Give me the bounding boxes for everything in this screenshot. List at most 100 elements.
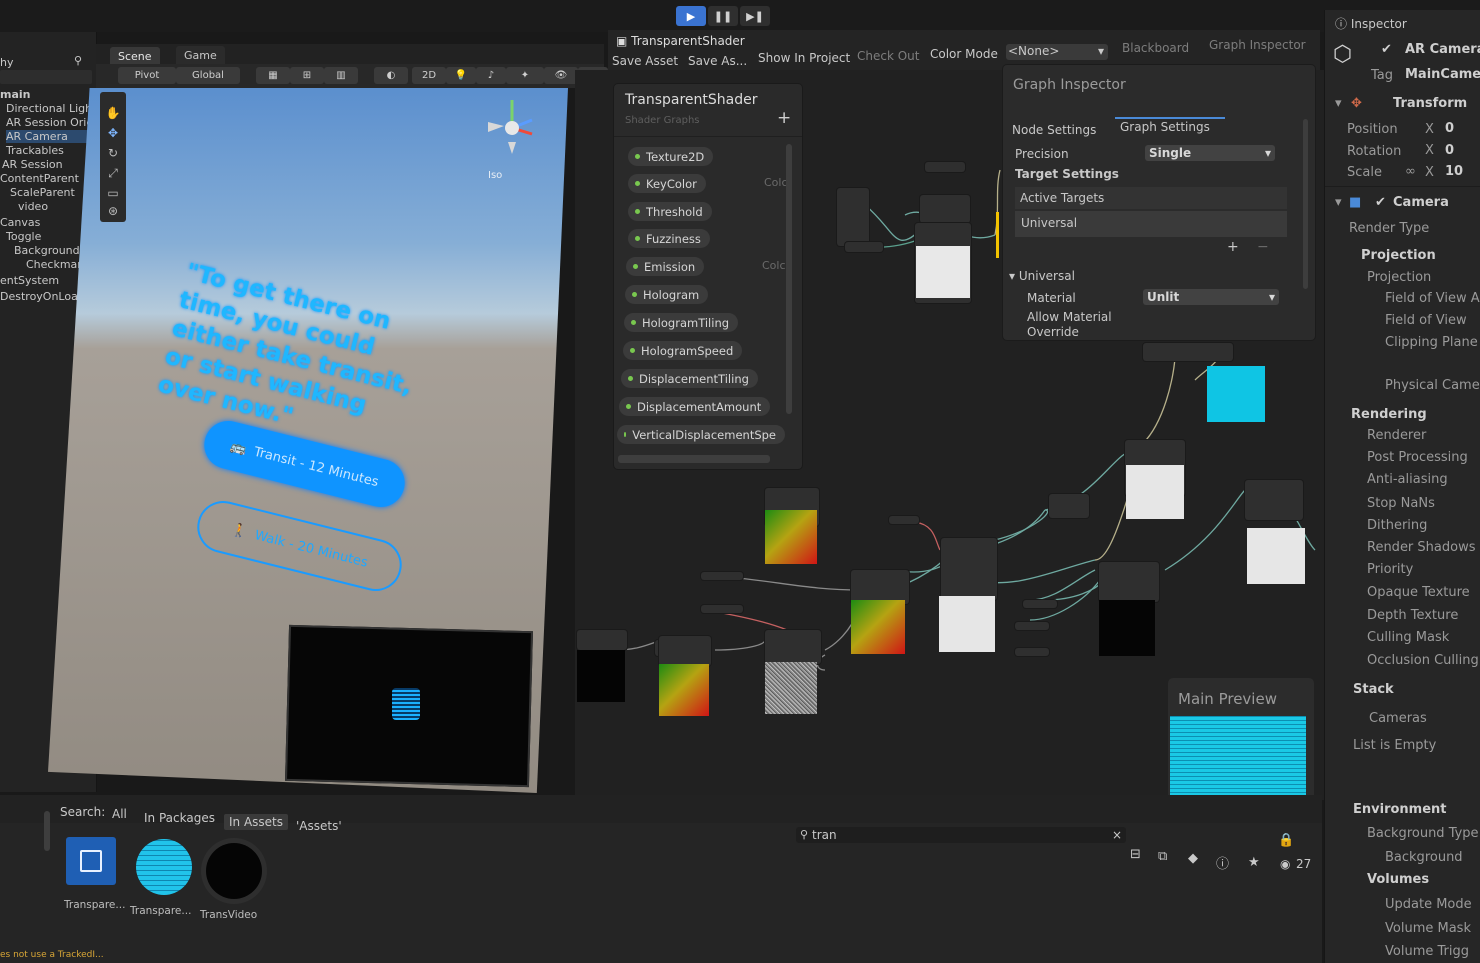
hierarchy-item[interactable]: entSystem: [0, 274, 59, 287]
shader-node[interactable]: [577, 630, 627, 650]
material-dropdown[interactable]: Unlit ▾: [1143, 289, 1279, 305]
property-hologram-speed[interactable]: HologramSpeed: [623, 341, 743, 360]
tag-dropdown[interactable]: MainCamera: [1405, 67, 1480, 82]
property-hologram-tiling[interactable]: HologramTiling: [624, 313, 739, 332]
property-emission[interactable]: Emission: [626, 257, 705, 276]
property-displacement-amount[interactable]: DisplacementAmount: [619, 397, 771, 416]
inspector-row[interactable]: Clipping Plane: [1385, 335, 1478, 350]
filter-assets-folder-button[interactable]: 'Assets': [296, 819, 342, 833]
inspector-row[interactable]: Opaque Texture: [1367, 585, 1470, 600]
add-target-button[interactable]: +: [1227, 239, 1239, 255]
hierarchy-search-input[interactable]: [0, 70, 92, 84]
graph-inspector-toggle[interactable]: Graph Inspector: [1209, 38, 1306, 52]
add-property-button[interactable]: +: [777, 108, 791, 128]
shader-node[interactable]: [701, 605, 743, 613]
shader-node[interactable]: [920, 195, 970, 223]
inspector-row[interactable]: Depth Texture: [1367, 608, 1458, 623]
property-texture2d[interactable]: Texture2D: [628, 147, 714, 166]
info-icon[interactable]: ⓘ: [1216, 853, 1229, 872]
snap-increment-icon[interactable]: ⊞: [290, 67, 324, 84]
hierarchy-item[interactable]: main: [0, 88, 31, 101]
inspector-row[interactable]: Stop NaNs: [1367, 496, 1435, 511]
inspector-row[interactable]: Background: [1385, 850, 1463, 865]
lock-icon[interactable]: 🔒: [1278, 833, 1294, 848]
active-target-item[interactable]: Universal: [1021, 216, 1077, 230]
mode-2d-button[interactable]: 2D: [412, 67, 446, 84]
inspector-row[interactable]: Anti-aliasing: [1367, 472, 1448, 487]
play-button[interactable]: ▶: [676, 6, 706, 26]
scale-tool-icon[interactable]: ⤢: [105, 166, 121, 180]
save-as-button[interactable]: Save As...: [688, 54, 747, 68]
property-keycolor[interactable]: KeyColor: [628, 174, 706, 193]
graph-inspector-scrollbar[interactable]: [1303, 119, 1308, 289]
grid-visibility-icon[interactable]: ▥: [324, 67, 358, 84]
hierarchy-item[interactable]: Canvas: [0, 216, 40, 229]
video-material-asset-icon[interactable]: [206, 843, 262, 899]
gizmo-iso-label[interactable]: Iso: [488, 170, 502, 181]
color-mode-dropdown[interactable]: <None> ▾: [1006, 44, 1108, 60]
filter-by-label-icon[interactable]: ⧉: [1158, 849, 1167, 864]
rotate-tool-icon[interactable]: ↻: [105, 146, 121, 160]
effects-icon[interactable]: ✦: [506, 67, 544, 84]
shader-node[interactable]: [765, 630, 821, 664]
inspector-row[interactable]: Render Type: [1349, 221, 1429, 236]
check-out-button[interactable]: Check Out: [857, 49, 919, 63]
shader-node[interactable]: [851, 570, 909, 604]
hierarchy-item[interactable]: Directional Light: [6, 102, 96, 115]
transform-toggle[interactable]: ▾: [1335, 96, 1342, 111]
scale-x-field[interactable]: 10: [1445, 164, 1463, 179]
project-scrollbar[interactable]: [44, 811, 50, 851]
hierarchy-item-selected[interactable]: AR Camera: [6, 130, 94, 143]
pivot-toggle[interactable]: Pivot: [118, 67, 176, 84]
link-icon[interactable]: ∞: [1405, 164, 1416, 179]
property-vertical-displacement-speed[interactable]: VerticalDisplacementSpe: [617, 425, 785, 444]
star-icon[interactable]: ★: [1248, 855, 1260, 870]
lighting-icon[interactable]: 💡: [446, 67, 476, 84]
project-search-input[interactable]: ⚲ tran ×: [796, 827, 1126, 843]
shader-node[interactable]: [1049, 494, 1089, 518]
inspector-row[interactable]: Cameras: [1369, 711, 1427, 726]
inspector-row[interactable]: Post Processing: [1367, 450, 1468, 465]
object-name-field[interactable]: AR Camera: [1405, 42, 1480, 57]
eye-icon[interactable]: ◉: [1280, 857, 1290, 871]
camera-toggle[interactable]: ▾: [1335, 195, 1342, 210]
shader-node[interactable]: [1015, 648, 1049, 656]
tab-game[interactable]: Game: [176, 46, 225, 65]
material-asset-icon[interactable]: [136, 839, 192, 895]
hierarchy-item[interactable]: ScaleParent: [10, 186, 75, 199]
hierarchy-item[interactable]: Toggle: [6, 230, 41, 243]
inspector-row[interactable]: Volume Mask: [1385, 921, 1471, 936]
precision-dropdown[interactable]: Single ▾: [1145, 145, 1275, 161]
property-threshold[interactable]: Threshold: [628, 202, 712, 221]
step-button[interactable]: ▶❚: [740, 6, 770, 26]
hierarchy-item[interactable]: video: [18, 200, 48, 213]
asset-label[interactable]: TransVideo: [200, 909, 257, 921]
hierarchy-item[interactable]: Background: [14, 244, 80, 257]
hierarchy-item[interactable]: DestroyOnLoa: [0, 290, 78, 303]
global-toggle[interactable]: Global: [176, 67, 240, 84]
asset-label[interactable]: Transpare...: [130, 905, 191, 917]
lock-icon[interactable]: ⚲: [74, 54, 82, 67]
inspector-row[interactable]: Field of View: [1385, 313, 1467, 328]
inspector-row[interactable]: Occlusion Culling: [1367, 653, 1479, 668]
shader-node[interactable]: [1099, 562, 1159, 602]
filter-by-type-icon[interactable]: ⊟: [1130, 847, 1141, 862]
shader-node[interactable]: [1023, 600, 1057, 608]
active-checkbox[interactable]: ✔: [1381, 42, 1392, 57]
blackboard-scrollbar[interactable]: [786, 144, 792, 414]
shader-node[interactable]: [659, 636, 711, 666]
audio-icon[interactable]: ♪: [476, 67, 506, 84]
inspector-section[interactable]: Projection: [1361, 248, 1436, 263]
inspector-row[interactable]: Field of View A: [1385, 291, 1480, 306]
rect-tool-icon[interactable]: ▭: [105, 186, 121, 200]
filter-all-button[interactable]: All: [112, 807, 127, 821]
inspector-tab[interactable]: ⓘ Inspector: [1335, 15, 1407, 32]
inspector-row[interactable]: Priority: [1367, 562, 1413, 577]
camera-enabled-checkbox[interactable]: ✔: [1375, 195, 1386, 210]
inspector-row[interactable]: Volume Trigg: [1385, 944, 1469, 959]
inspector-row[interactable]: Dithering: [1367, 518, 1427, 533]
filter-in-packages-button[interactable]: In Packages: [144, 811, 215, 825]
property-displacement-tiling[interactable]: DisplacementTiling: [621, 369, 758, 388]
scene-gizmo[interactable]: [484, 92, 544, 158]
inspector-section[interactable]: Stack: [1353, 682, 1394, 697]
